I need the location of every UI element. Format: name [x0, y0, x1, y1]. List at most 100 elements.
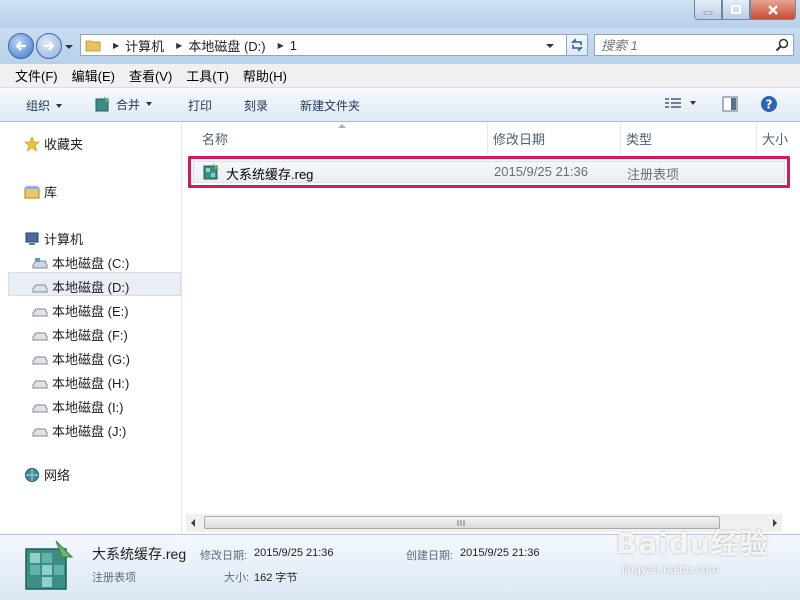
burn-label: 刻录: [244, 99, 269, 113]
drive-icon: [32, 380, 48, 388]
drive-icon: [32, 308, 48, 316]
details-created-label: 创建日期:: [406, 550, 454, 562]
column-divider[interactable]: [620, 122, 621, 154]
column-modified-label: 修改日期: [493, 131, 546, 147]
drive-icon: [32, 428, 48, 436]
column-header-size[interactable]: 大小: [762, 122, 788, 154]
grip-icon: [457, 520, 465, 526]
column-divider[interactable]: [756, 122, 757, 154]
change-view-button[interactable]: [664, 96, 696, 110]
nav-network-label: 网络: [44, 468, 71, 483]
breadcrumb-folder[interactable]: 1: [290, 38, 297, 53]
help-button[interactable]: ?: [760, 95, 778, 113]
nav-drive-g[interactable]: 本地磁盘 (G:): [32, 349, 130, 368]
horizontal-scrollbar[interactable]: [186, 514, 782, 532]
chevron-down-icon: [146, 102, 153, 106]
breadcrumb-separator[interactable]: ▶: [278, 41, 284, 50]
details-created-value: 2015/9/25 21:36: [460, 547, 540, 559]
system-drive-icon: [32, 257, 48, 268]
breadcrumb-separator[interactable]: ▶: [176, 41, 182, 50]
view-list-icon: [665, 98, 681, 108]
recent-pages-dropdown-icon[interactable]: [64, 42, 74, 52]
nav-drive-f[interactable]: 本地磁盘 (F:): [32, 325, 128, 344]
menu-help[interactable]: 帮助(H): [236, 66, 294, 85]
drive-icon: [32, 356, 48, 364]
file-row[interactable]: 大系统缓存.reg 2015/9/25 21:36 注册表项: [188, 156, 790, 188]
nav-drive-label: 本地磁盘 (H:): [52, 376, 130, 391]
nav-drive-label: 本地磁盘 (E:): [52, 304, 129, 319]
nav-libraries-label: 库: [44, 185, 58, 200]
details-size-label: 大小:: [224, 572, 250, 584]
title-bar: [0, 0, 800, 28]
minimize-button[interactable]: [694, 0, 722, 20]
nav-drive-h[interactable]: 本地磁盘 (H:): [32, 373, 129, 392]
merge-label: 合并: [116, 97, 141, 112]
nav-favorites[interactable]: 收藏夹: [24, 134, 83, 153]
forward-button[interactable]: [36, 33, 62, 59]
maximize-icon: [731, 4, 741, 14]
sort-ascending-icon: [338, 124, 346, 128]
file-list-pane: 名称 修改日期 类型 大小 大系统缓存.reg 2015/9/25 21:36 …: [182, 122, 800, 534]
preview-pane-button[interactable]: [722, 96, 738, 112]
nav-computer-label: 计算机: [44, 232, 84, 247]
drive-icon: [32, 404, 48, 412]
column-header-type[interactable]: 类型: [626, 122, 652, 154]
nav-drive-e[interactable]: 本地磁盘 (E:): [32, 301, 129, 320]
column-size-label: 大小: [762, 131, 789, 147]
menu-view[interactable]: 查看(V): [122, 66, 179, 85]
registry-merge-icon: [95, 96, 110, 112]
maximize-button[interactable]: [722, 0, 750, 20]
print-label: 打印: [188, 99, 213, 113]
nav-drive-label: 本地磁盘 (C:): [52, 256, 130, 271]
file-name[interactable]: 大系统缓存.reg: [226, 164, 313, 183]
nav-network[interactable]: 网络: [24, 465, 70, 484]
search-icon[interactable]: [775, 38, 789, 52]
refresh-button[interactable]: [566, 34, 588, 56]
details-pane: 大系统缓存.reg 修改日期: 2015/9/25 21:36 创建日期: 20…: [0, 534, 800, 600]
menu-file[interactable]: 文件(F): [8, 66, 65, 85]
new-folder-label: 新建文件夹: [300, 99, 361, 113]
burn-button[interactable]: 刻录: [244, 97, 268, 114]
search-box[interactable]: [594, 34, 794, 56]
nav-libraries[interactable]: 库: [24, 182, 57, 201]
drive-icon: [32, 332, 48, 340]
breadcrumb-separator[interactable]: ▶: [113, 41, 119, 50]
column-divider[interactable]: [487, 122, 488, 154]
search-input[interactable]: [601, 36, 761, 54]
library-icon: [24, 185, 40, 198]
address-bar[interactable]: ▶ 计算机 ▶ 本地磁盘 (D:) ▶ 1: [80, 34, 584, 56]
close-button[interactable]: [750, 0, 796, 20]
nav-computer[interactable]: 计算机: [24, 229, 83, 248]
scrollbar-thumb[interactable]: [204, 516, 720, 529]
merge-button[interactable]: 合并: [94, 95, 153, 113]
svg-text:?: ?: [766, 98, 773, 112]
nav-drive-i[interactable]: 本地磁盘 (I:): [32, 397, 124, 416]
column-header-modified[interactable]: 修改日期: [493, 122, 545, 154]
folder-icon: [85, 40, 101, 52]
navigation-pane: 收藏夹 库 计算机 本地磁盘 (C:) 本地磁盘 (D:) 本地磁盘 (E:) …: [0, 122, 182, 534]
address-history-dropdown-icon[interactable]: [545, 41, 555, 51]
breadcrumb-drive-d[interactable]: 本地磁盘 (D:): [188, 36, 265, 55]
minimize-icon: [703, 11, 713, 14]
menu-edit[interactable]: 编辑(E): [65, 66, 122, 85]
details-filename: 大系统缓存.reg: [92, 546, 187, 562]
scroll-right-icon[interactable]: [771, 518, 779, 528]
chevron-down-icon: [56, 103, 63, 108]
breadcrumb-computer[interactable]: 计算机: [125, 36, 164, 55]
chevron-down-icon: [690, 101, 696, 105]
scroll-left-icon[interactable]: [189, 518, 197, 528]
print-button[interactable]: 打印: [188, 97, 212, 114]
column-type-label: 类型: [626, 131, 653, 147]
organize-button[interactable]: 组织: [26, 97, 63, 114]
new-folder-button[interactable]: 新建文件夹: [300, 97, 360, 114]
details-size-value: 162 字节: [254, 572, 298, 584]
nav-drive-c[interactable]: 本地磁盘 (C:): [32, 253, 129, 272]
forward-arrow-icon: [44, 41, 55, 51]
column-header-name[interactable]: 名称: [202, 122, 228, 154]
menu-tools[interactable]: 工具(T): [179, 66, 236, 85]
drive-icon: [32, 284, 48, 292]
nav-drive-d[interactable]: 本地磁盘 (D:): [32, 277, 129, 296]
window-controls: [694, 0, 796, 20]
back-button[interactable]: [8, 33, 34, 59]
nav-drive-j[interactable]: 本地磁盘 (J:): [32, 421, 126, 440]
